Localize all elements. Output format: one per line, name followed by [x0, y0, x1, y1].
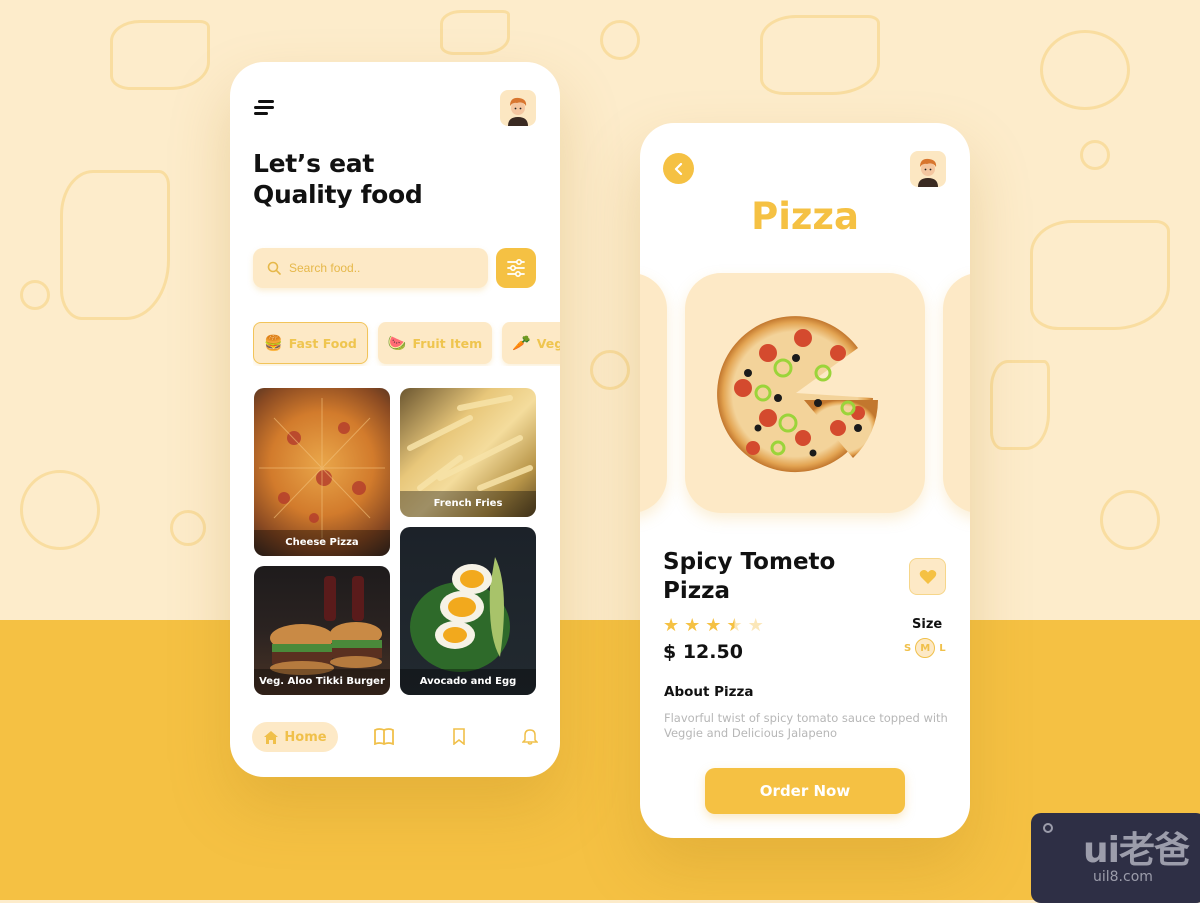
category-chip-fast-food[interactable]: 🍔 Fast Food: [253, 322, 368, 364]
chip-label: Fast Food: [288, 335, 357, 351]
headline-line2: Quality food: [253, 180, 423, 209]
back-button[interactable]: [663, 153, 694, 184]
carousel-current-slide[interactable]: [685, 273, 925, 513]
detail-screen: Pizza Spicy Tometo Pizza ★ ★ ★ ★ ★ $ 12.50 S…: [640, 123, 970, 838]
bottom-nav: Home: [252, 722, 542, 754]
pizza-image: [716, 316, 878, 473]
hamburger-menu-icon[interactable]: [254, 100, 274, 116]
watermelon-icon: 🍉: [387, 334, 407, 352]
carousel-next-slide[interactable]: [943, 273, 970, 513]
watermark-url: uil8.com: [1093, 869, 1153, 885]
food-card-label: Cheese Pizza: [254, 530, 390, 556]
avatar[interactable]: [500, 90, 536, 126]
avatar[interactable]: [910, 151, 946, 187]
home-icon: [264, 730, 279, 744]
about-heading: About Pizza: [664, 684, 754, 700]
food-card-burger[interactable]: Veg. Aloo Tikki Burger: [254, 566, 390, 695]
page-title: Pizza: [751, 195, 859, 238]
star-full-icon: ★: [684, 615, 701, 636]
price: $ 12.50: [663, 641, 743, 663]
size-selector: S M L: [904, 638, 946, 658]
about-text: Flavorful twist of spicy tomato sauce to…: [664, 711, 948, 740]
carrot-icon: 🥕: [512, 334, 531, 352]
search-bar[interactable]: [253, 248, 488, 288]
chevron-left-icon: [674, 162, 682, 175]
doodle-background: [0, 0, 1200, 620]
favorite-button[interactable]: [909, 558, 946, 595]
carousel-prev-slide[interactable]: [640, 273, 667, 513]
watermark-logo: ui老爸: [1083, 830, 1190, 871]
order-now-button[interactable]: Order Now: [705, 768, 905, 814]
chip-label: Vegetables: [536, 335, 560, 351]
nav-home[interactable]: Home: [252, 722, 338, 752]
food-card-label: Avocado and Egg: [400, 669, 536, 695]
burger-icon: 🍔: [264, 334, 283, 352]
user-avatar-icon: [918, 158, 938, 187]
chip-label: Fruit Item: [412, 335, 483, 351]
sliders-icon: [507, 259, 525, 277]
category-chips: 🍔 Fast Food 🍉 Fruit Item 🥕 Vegetables: [253, 322, 560, 366]
search-input[interactable]: [289, 261, 469, 275]
headline: Let’s eat Quality food: [253, 148, 423, 210]
headline-line1: Let’s eat: [253, 149, 374, 178]
search-icon: [267, 261, 281, 275]
size-label: Size: [912, 617, 943, 632]
category-chip-fruit-item[interactable]: 🍉 Fruit Item: [377, 322, 493, 364]
filter-button[interactable]: [496, 248, 536, 288]
size-option-s[interactable]: S: [904, 643, 911, 654]
user-avatar-icon: [508, 97, 528, 126]
star-empty-icon: ★: [747, 615, 764, 636]
rating-stars: ★ ★ ★ ★ ★: [663, 617, 764, 635]
yellow-band: [0, 620, 1200, 900]
food-card-french-fries[interactable]: French Fries: [400, 388, 536, 517]
category-chip-vegetables[interactable]: 🥕 Vegetables: [502, 322, 560, 364]
bookmark-icon[interactable]: [452, 728, 466, 745]
food-card-avocado-egg[interactable]: Avocado and Egg: [400, 527, 536, 695]
food-card-cheese-pizza[interactable]: Cheese Pizza: [254, 388, 390, 556]
product-name: Spicy Tometo Pizza: [663, 549, 836, 604]
nav-home-label: Home: [284, 729, 327, 745]
heart-icon: [919, 569, 936, 584]
watermark: ui老爸 uil8.com: [1031, 813, 1200, 903]
food-card-label: Veg. Aloo Tikki Burger: [254, 669, 390, 695]
star-half-icon: ★: [726, 615, 743, 636]
size-option-m[interactable]: M: [915, 638, 936, 658]
watermark-hole-icon: [1043, 823, 1053, 833]
food-card-label: French Fries: [400, 491, 536, 517]
home-screen: Let’s eat Quality food 🍔 Fast Food 🍉 Fru…: [230, 62, 560, 777]
star-full-icon: ★: [663, 615, 680, 636]
book-icon[interactable]: [374, 728, 394, 745]
size-option-l[interactable]: L: [939, 643, 945, 654]
star-full-icon: ★: [705, 615, 722, 636]
bell-icon[interactable]: [522, 728, 538, 745]
